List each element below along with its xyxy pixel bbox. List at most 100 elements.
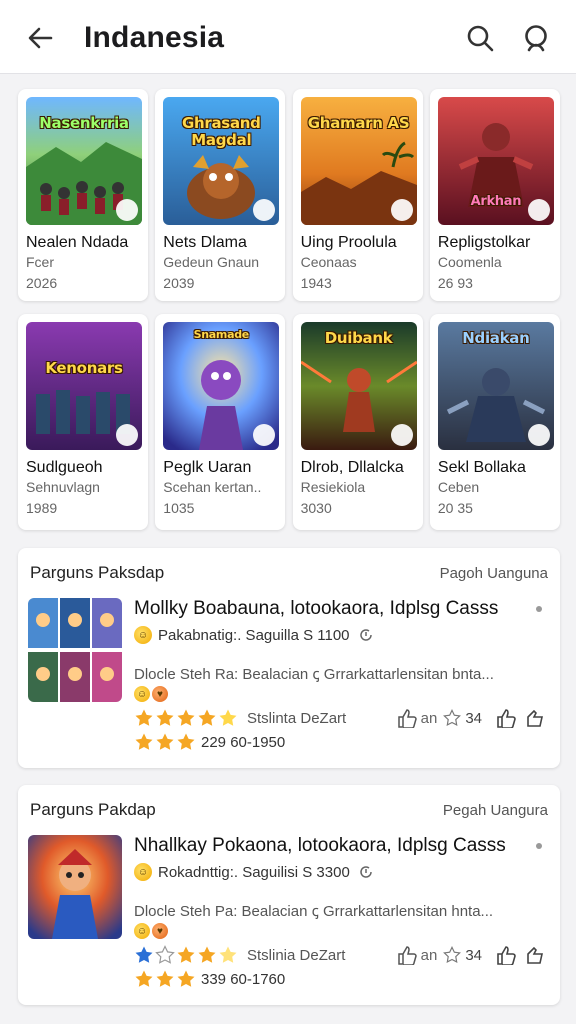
star-outline-icon[interactable] xyxy=(443,946,462,964)
share-icon[interactable] xyxy=(524,708,546,728)
panel-title: Parguns Paksdap xyxy=(30,563,165,582)
item-price-text: Rokadnttig:. Saguilisi S 3300 xyxy=(158,863,350,881)
game-number: 1035 xyxy=(163,500,195,516)
panel-see-more-link[interactable]: Pegah Uangura xyxy=(443,802,548,819)
star-icon xyxy=(198,946,216,963)
thumbs-up-icon xyxy=(397,946,417,965)
search-button[interactable] xyxy=(462,20,498,56)
download-icon[interactable] xyxy=(527,424,550,446)
refresh-icon[interactable] xyxy=(358,864,374,880)
thumbnail-logo-text: Kenonars xyxy=(45,359,123,377)
game-card[interactable]: Arkhan Repligstolkar Coomenla 26 93 xyxy=(429,89,560,301)
panel-header: Parguns Pakdap Pegah Uangura xyxy=(30,799,548,821)
item-title[interactable]: Nhallkay Pokaona, lotookaora, Idplsg Cas… xyxy=(134,835,546,857)
download-icon[interactable] xyxy=(390,199,413,221)
back-button[interactable] xyxy=(22,20,58,56)
star-icon xyxy=(177,946,195,963)
game-card[interactable]: Snamade Peglk Uaran Scehan kertan.. 1035 xyxy=(155,314,286,530)
star-icon xyxy=(156,970,174,987)
game-card[interactable]: Ghrasand Magdal Nets Dlama Gedeun Gnaun … xyxy=(155,89,286,301)
game-category: Resiekiola xyxy=(300,479,366,495)
game-category: Fcer xyxy=(26,254,54,270)
game-number: 1989 xyxy=(26,500,58,516)
game-thumbnail[interactable] xyxy=(28,598,122,702)
featured-panel: Parguns Paksdap Pagoh Uangunа Mollky Boa… xyxy=(18,548,560,768)
download-icon[interactable] xyxy=(116,199,138,221)
thumbnail-logo-text: Nasenkrria xyxy=(39,114,129,132)
download-icon[interactable] xyxy=(253,199,276,221)
item-description: Dlocle Steh Ra: Bealacian ꞔ Grrarkattarl… xyxy=(134,666,494,683)
top-app-bar: Indanesia xyxy=(0,0,576,74)
rating-row: Stslinia DeZart an 34 xyxy=(134,945,546,965)
download-icon[interactable] xyxy=(390,424,413,446)
small-rating-stars xyxy=(134,969,197,989)
game-grid-row-2: Kenonars Sudlgueoh Sehnuvlagn 1989 Snama… xyxy=(18,314,560,530)
game-card[interactable]: Duibank Dlrob, Dllalcka Resiekiola 3030 xyxy=(292,314,423,530)
game-number: 26 93 xyxy=(437,275,473,291)
votes-text: 339 60-1760 xyxy=(201,970,286,988)
thumbs-up-outline-icon[interactable] xyxy=(496,945,518,965)
game-number: 20 35 xyxy=(437,500,473,516)
votes-row: 229 60-1950 xyxy=(134,732,546,752)
game-number: 3030 xyxy=(300,500,332,516)
more-options-icon[interactable] xyxy=(534,602,544,616)
game-category: Scehan kertan.. xyxy=(163,479,262,495)
game-thumbnail: Nasenkrria xyxy=(26,97,142,225)
votes-text: 229 60-1950 xyxy=(201,733,286,751)
arrow-left-icon xyxy=(28,27,53,49)
game-category: Coomenla xyxy=(437,254,502,270)
panel-see-more-link[interactable]: Pagoh Uangunа xyxy=(440,565,548,582)
game-thumbnail: Duibank xyxy=(300,322,417,450)
download-icon[interactable] xyxy=(116,424,138,446)
likes-count: 34 xyxy=(465,946,482,964)
game-thumbnail: Arkhan xyxy=(437,97,554,225)
download-icon[interactable] xyxy=(527,199,550,221)
star-icon xyxy=(198,709,216,726)
game-category: Ceben xyxy=(437,479,480,495)
game-thumbnail: Ghrasand Magdal xyxy=(163,97,280,225)
like-button[interactable]: an xyxy=(397,945,437,965)
emoji-row: ☺ ♥ xyxy=(134,686,546,702)
likes-count: 34 xyxy=(465,709,482,727)
profile-button[interactable] xyxy=(518,20,554,56)
rating-row: Stslinta DeZart an 34 xyxy=(134,708,546,728)
rating-label: Stslinta DeZart xyxy=(247,709,347,727)
rating-stars xyxy=(134,708,239,728)
game-number: 2039 xyxy=(163,275,195,291)
star-icon xyxy=(135,709,153,726)
like-button[interactable]: an xyxy=(397,708,437,728)
game-name: Sudlgueoh xyxy=(26,459,103,476)
star-icon xyxy=(156,709,174,726)
emoji-row: ☺ ♥ xyxy=(134,923,546,939)
game-name: Nets Dlama xyxy=(163,234,247,251)
download-icon[interactable] xyxy=(253,424,276,446)
game-card[interactable]: Kenonars Sudlgueoh Sehnuvlagn 1989 xyxy=(18,314,148,530)
game-card[interactable]: Nasenkrria Nealen Ndada Fcer 2026 xyxy=(18,89,148,301)
star-icon xyxy=(177,970,195,987)
heart-emoji-icon: ♥ xyxy=(152,686,168,702)
thumbnail-logo-text: Duibank xyxy=(324,329,393,347)
game-category: Ceonaas xyxy=(300,254,357,270)
game-name: Repligstolkar xyxy=(437,234,531,251)
game-thumbnail[interactable] xyxy=(28,835,122,939)
votes-row: 339 60-1760 xyxy=(134,969,546,989)
more-options-icon[interactable] xyxy=(534,839,544,853)
game-card[interactable]: Ndiakan Sekl Bollaka Ceben 20 35 xyxy=(429,314,560,530)
share-icon[interactable] xyxy=(524,945,546,965)
refresh-icon[interactable] xyxy=(358,627,374,643)
game-grid-row-1: Nasenkrria Nealen Ndada Fcer 2026 Ghrasa… xyxy=(18,89,560,301)
star-outline-icon[interactable] xyxy=(443,709,462,727)
star-icon xyxy=(219,946,237,963)
item-title[interactable]: Mollky Boabauna, lotookaora, Idplsg Cass… xyxy=(134,598,546,620)
game-name: Nealen Ndada xyxy=(26,234,129,251)
game-number: 1943 xyxy=(300,275,332,291)
featured-panel: Parguns Pakdap Pegah Uangura Nhallkay Po… xyxy=(18,785,560,1005)
panel-header: Parguns Paksdap Pagoh Uangunа xyxy=(30,562,548,584)
star-icon xyxy=(219,709,237,726)
game-name: Sekl Bollaka xyxy=(437,459,526,476)
star-icon xyxy=(135,970,153,987)
thumbs-up-outline-icon[interactable] xyxy=(496,708,518,728)
game-card[interactable]: Ghamarn AS Uing Proolula Ceonaas 1943 xyxy=(292,89,423,301)
panel-title: Parguns Pakdap xyxy=(30,800,156,819)
small-rating-stars xyxy=(134,732,197,752)
